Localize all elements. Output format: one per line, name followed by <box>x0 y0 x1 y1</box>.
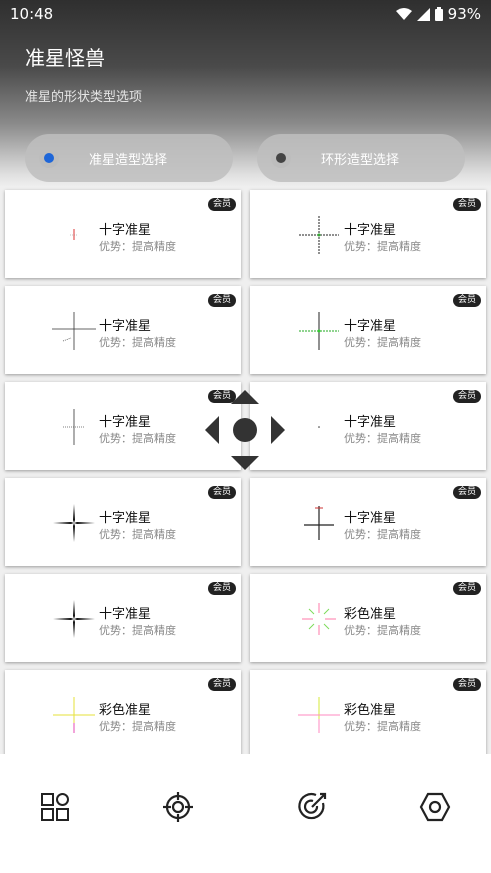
hexagon-settings-icon <box>419 792 451 822</box>
card-advantage: 优势：提高精度 <box>99 528 176 541</box>
status-bar: 10:48 93% <box>0 0 491 28</box>
crosshair-card[interactable]: 彩色准星 优势：提高精度 会员 <box>5 670 241 754</box>
crosshair-preview-icon <box>302 603 336 635</box>
member-badge: 会员 <box>452 198 481 211</box>
crosshair-card[interactable]: 彩色准星 优势：提高精度 会员 <box>250 670 486 754</box>
crosshair-card[interactable]: 十字准星 优势：提高精度 会员 <box>250 190 486 278</box>
page-title: 准星怪兽 <box>25 46 105 70</box>
card-advantage: 优势：提高精度 <box>344 240 421 253</box>
member-badge: 会员 <box>452 678 481 691</box>
reticle-style-option[interactable]: 准星造型选择 <box>25 134 233 182</box>
crosshair-preview-icon <box>318 426 320 428</box>
member-badge: 会员 <box>452 582 481 595</box>
dpad-left-arrow[interactable] <box>205 416 219 444</box>
wifi-icon <box>395 7 412 20</box>
crosshair-preview-icon <box>299 312 339 350</box>
option-label: 准星造型选择 <box>89 152 168 168</box>
card-title: 十字准星 <box>99 223 152 238</box>
card-advantage: 优势：提高精度 <box>344 432 421 445</box>
crosshair-preview-icon <box>53 697 95 733</box>
crosshair-icon <box>163 792 193 822</box>
status-time: 10:48 <box>10 5 54 23</box>
battery-icon <box>434 7 443 21</box>
card-advantage: 优势：提高精度 <box>344 528 421 541</box>
target-icon <box>298 792 327 820</box>
nav-settings-button[interactable] <box>415 787 455 827</box>
dpad-right-arrow[interactable] <box>271 416 285 444</box>
card-title: 十字准星 <box>99 415 152 430</box>
crosshair-preview-icon <box>63 409 85 445</box>
crosshair-card[interactable]: 十字准星 优势：提高精度 会员 <box>5 574 241 662</box>
card-advantage: 优势：提高精度 <box>99 432 176 445</box>
card-title: 彩色准星 <box>344 703 397 718</box>
crosshair-preview-icon <box>298 697 340 733</box>
crosshair-preview-icon <box>70 229 78 240</box>
card-title: 彩色准星 <box>344 607 397 622</box>
card-advantage: 优势：提高精度 <box>99 336 176 349</box>
member-badge: 会员 <box>452 486 481 499</box>
card-advantage: 优势：提高精度 <box>344 720 421 733</box>
crosshair-preview-icon <box>304 506 334 540</box>
card-title: 十字准星 <box>99 511 152 526</box>
member-badge: 会员 <box>207 582 236 595</box>
page-subtitle: 准星的形状类型选项 <box>25 90 143 105</box>
radio-unselected-icon[interactable] <box>271 148 291 168</box>
card-title: 彩色准星 <box>99 703 152 718</box>
member-badge: 会员 <box>207 486 236 499</box>
crosshair-card[interactable]: 十字准星 优势：提高精度 会员 <box>250 286 486 374</box>
nav-grid-button[interactable] <box>35 787 75 827</box>
crosshair-card[interactable]: 彩色准星 优势：提高精度 会员 <box>250 574 486 662</box>
dpad-up-arrow[interactable] <box>231 390 259 404</box>
card-title: 十字准星 <box>344 319 397 334</box>
card-title: 十字准星 <box>99 319 152 334</box>
radio-selected-icon[interactable] <box>39 148 59 168</box>
nav-target-button[interactable] <box>292 787 332 827</box>
crosshair-preview-icon <box>53 504 95 542</box>
crosshair-preview-icon <box>53 600 95 638</box>
signal-icon <box>416 7 430 21</box>
card-advantage: 优势：提高精度 <box>344 624 421 637</box>
card-advantage: 优势：提高精度 <box>99 240 176 253</box>
member-badge: 会员 <box>207 678 236 691</box>
card-title: 十字准星 <box>99 607 152 622</box>
bottom-nav <box>0 754 491 873</box>
card-advantage: 优势：提高精度 <box>99 624 176 637</box>
battery-level: 93% <box>447 5 481 23</box>
dpad-overlay-icon[interactable] <box>203 388 287 472</box>
crosshair-card[interactable]: 十字准星 优势：提高精度 会员 <box>5 286 241 374</box>
crosshair-card[interactable]: 十字准星 优势：提高精度 会员 <box>5 478 241 566</box>
crosshair-preview-icon <box>52 312 96 350</box>
crosshair-card[interactable]: 十字准星 优势：提高精度 会员 <box>250 478 486 566</box>
crosshair-preview-icon <box>299 216 339 254</box>
grid-apps-icon <box>41 793 69 821</box>
card-advantage: 优势：提高精度 <box>344 336 421 349</box>
card-title: 十字准星 <box>344 415 397 430</box>
card-title: 十字准星 <box>344 511 397 526</box>
status-icons: 93% <box>395 5 481 23</box>
dpad-center[interactable] <box>233 418 257 442</box>
dpad-down-arrow[interactable] <box>231 456 259 470</box>
member-badge: 会员 <box>452 294 481 307</box>
ring-style-option[interactable]: 环形造型选择 <box>257 134 465 182</box>
card-title: 十字准星 <box>344 223 397 238</box>
header: 10:48 93% 准星怪兽 准星的形状类型选项 准星造型选择 环形造型选择 <box>0 0 491 190</box>
crosshair-card[interactable]: 十字准星 优势：提高精度 会员 <box>5 190 241 278</box>
nav-crosshair-button[interactable] <box>158 787 198 827</box>
member-badge: 会员 <box>452 390 481 403</box>
card-advantage: 优势：提高精度 <box>99 720 176 733</box>
member-badge: 会员 <box>207 198 236 211</box>
option-label: 环形造型选择 <box>321 152 400 168</box>
member-badge: 会员 <box>207 294 236 307</box>
